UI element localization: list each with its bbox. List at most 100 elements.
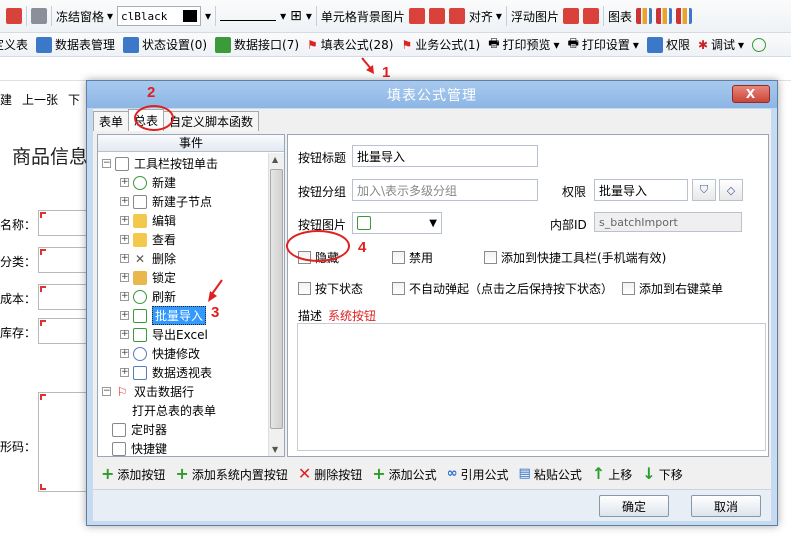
- formula-icon[interactable]: [31, 8, 47, 24]
- description-textarea[interactable]: [297, 323, 766, 451]
- cancel-button[interactable]: 取消: [691, 495, 761, 517]
- tree-node-view[interactable]: + 查看: [120, 230, 176, 249]
- barcode-field[interactable]: [38, 392, 90, 492]
- expand-icon[interactable]: +: [120, 330, 129, 339]
- name-field[interactable]: [38, 210, 90, 236]
- scroll-up-icon[interactable]: ▲: [272, 155, 278, 164]
- border-grid-icon[interactable]: ⊞: [290, 8, 302, 24]
- line-style-combo[interactable]: [220, 11, 277, 21]
- bar-chart-icon[interactable]: [675, 8, 692, 24]
- add-formula-action[interactable]: + 添加公式: [372, 466, 436, 483]
- expand-icon[interactable]: +: [120, 292, 129, 301]
- chart-button[interactable]: 图表: [608, 5, 632, 27]
- tree-node-quick-edit[interactable]: + 快捷修改: [120, 344, 200, 363]
- tree-node-toolbar-click[interactable]: − 工具栏按钮单击: [102, 154, 218, 173]
- chevron-down-icon[interactable]: ▾: [306, 9, 312, 23]
- paste-formula-action[interactable]: ▤ 粘贴公式: [519, 466, 582, 483]
- status-settings-button[interactable]: 状态设置(0): [123, 34, 207, 56]
- align-button[interactable]: 对齐 ▾: [469, 5, 502, 27]
- print-preview-button[interactable]: 🖶 打印预览 ▾: [488, 34, 559, 56]
- expand-icon[interactable]: +: [120, 216, 129, 225]
- freeze-panes-button[interactable]: 冻结窗格 ▾: [56, 5, 113, 27]
- no-popup-checkbox[interactable]: 不自动弹起（点击之后保持按下状态）: [392, 280, 613, 297]
- debug-button[interactable]: ✱ 调试 ▾: [698, 34, 744, 56]
- tree-node-lock[interactable]: + 锁定: [120, 268, 176, 287]
- report-icon[interactable]: [6, 8, 22, 24]
- move-down-action[interactable]: ↓ 下移: [642, 466, 682, 483]
- context-menu-checkbox[interactable]: 添加到右键菜单: [622, 280, 723, 297]
- permission-clear-button[interactable]: ◇: [719, 179, 743, 201]
- checkbox-box[interactable]: [622, 282, 635, 295]
- expand-icon[interactable]: +: [120, 273, 129, 282]
- move-up-action[interactable]: ↑ 上移: [592, 466, 632, 483]
- bar-chart-icon[interactable]: [655, 8, 672, 24]
- expand-icon[interactable]: +: [120, 254, 129, 263]
- close-button[interactable]: X: [732, 85, 770, 103]
- remove-float-image-icon[interactable]: [582, 8, 599, 24]
- button-title-input[interactable]: 批量导入: [352, 145, 538, 167]
- expand-icon[interactable]: +: [120, 235, 129, 244]
- reference-formula-action[interactable]: ∞ 引用公式: [447, 466, 509, 483]
- expand-icon[interactable]: +: [120, 368, 129, 377]
- collapse-icon[interactable]: −: [102, 159, 111, 168]
- checkbox-box[interactable]: [298, 282, 311, 295]
- expand-icon[interactable]: +: [120, 311, 129, 320]
- button-group-input[interactable]: 加入\表示多级分组: [352, 179, 538, 201]
- tree-node-batch-import[interactable]: + 批量导入: [120, 306, 207, 325]
- delete-button-action[interactable]: ✕ 删除按钮: [298, 466, 362, 483]
- tab-form[interactable]: 表单: [93, 111, 130, 131]
- tree-node-shortcut[interactable]: 快捷键: [112, 439, 167, 456]
- tree-node-export-excel[interactable]: + 导出Excel: [120, 325, 208, 344]
- chevron-down-icon[interactable]: ▾: [205, 9, 211, 23]
- table-manage-button[interactable]: 数据表管理: [36, 34, 115, 56]
- next-record-button[interactable]: 下: [68, 91, 80, 108]
- quick-toolbar-checkbox[interactable]: 添加到快捷工具栏(手机端有效): [484, 249, 666, 266]
- category-field[interactable]: [38, 247, 90, 273]
- permission-pick-button[interactable]: ⛉: [692, 179, 716, 201]
- tree-node-new[interactable]: + 新建: [120, 173, 176, 192]
- tree-node-pivot[interactable]: + 数据透视表: [120, 363, 212, 382]
- tree-node-new-child[interactable]: + 新建子节点: [120, 192, 212, 211]
- prev-record-button[interactable]: 上一张: [22, 91, 58, 108]
- formula-bar[interactable]: [0, 57, 791, 81]
- expand-icon[interactable]: +: [120, 178, 129, 187]
- collapse-icon[interactable]: −: [102, 387, 111, 396]
- checkbox-box[interactable]: [392, 282, 405, 295]
- add-system-button-action[interactable]: + 添加系统内置按钮: [175, 466, 287, 483]
- chevron-down-icon[interactable]: ▾: [280, 9, 286, 23]
- dialog-titlebar[interactable]: 填表公式管理 X: [87, 81, 777, 108]
- print-settings-button[interactable]: 🖶 打印设置 ▾: [568, 34, 639, 56]
- button-image-select[interactable]: ▼: [352, 212, 442, 234]
- color-combo[interactable]: clBlack: [117, 6, 202, 26]
- float-image-button[interactable]: 浮动图片: [511, 5, 559, 27]
- permission-button[interactable]: 权限: [646, 34, 690, 56]
- tree-node-open-form[interactable]: 打开总表的表单: [132, 401, 216, 420]
- business-formula-button[interactable]: ⚑ 业务公式(1): [401, 34, 480, 56]
- tree-node-timer[interactable]: 定时器: [112, 420, 167, 439]
- ok-button[interactable]: 确定: [599, 495, 669, 517]
- data-interface-button[interactable]: 数据接口(7): [215, 34, 299, 56]
- pressed-checkbox[interactable]: 按下状态: [298, 280, 363, 297]
- expand-icon[interactable]: +: [120, 349, 129, 358]
- new-record-button[interactable]: 建: [0, 91, 12, 108]
- add-image-icon[interactable]: [408, 8, 425, 24]
- add-button-action[interactable]: + 添加按钮: [101, 466, 165, 483]
- stock-field[interactable]: [38, 318, 90, 344]
- bar-chart-icon[interactable]: [635, 8, 652, 24]
- expand-icon[interactable]: +: [120, 197, 129, 206]
- cost-field[interactable]: [38, 284, 90, 310]
- checkbox-box[interactable]: [484, 251, 497, 264]
- cell-bg-image-button[interactable]: 单元格背景图片: [321, 5, 405, 27]
- tree-scrollbar[interactable]: ▲ ▼: [268, 153, 284, 456]
- tree-node-refresh[interactable]: + 刷新: [120, 287, 176, 306]
- scroll-down-icon[interactable]: ▼: [272, 445, 278, 454]
- tab-custom-script[interactable]: 自定义脚本函数: [163, 111, 260, 131]
- tree-node-double-click-row[interactable]: − ⚐ 双击数据行: [102, 382, 194, 401]
- disabled-checkbox[interactable]: 禁用: [392, 249, 433, 266]
- tree-node-delete[interactable]: + ✕ 删除: [120, 249, 176, 268]
- permission-input[interactable]: 批量导入: [594, 179, 688, 201]
- checkbox-box[interactable]: [392, 251, 405, 264]
- add-float-image-icon[interactable]: [562, 8, 579, 24]
- define-table-button[interactable]: 定义表: [0, 34, 28, 56]
- scroll-thumb[interactable]: [270, 169, 283, 429]
